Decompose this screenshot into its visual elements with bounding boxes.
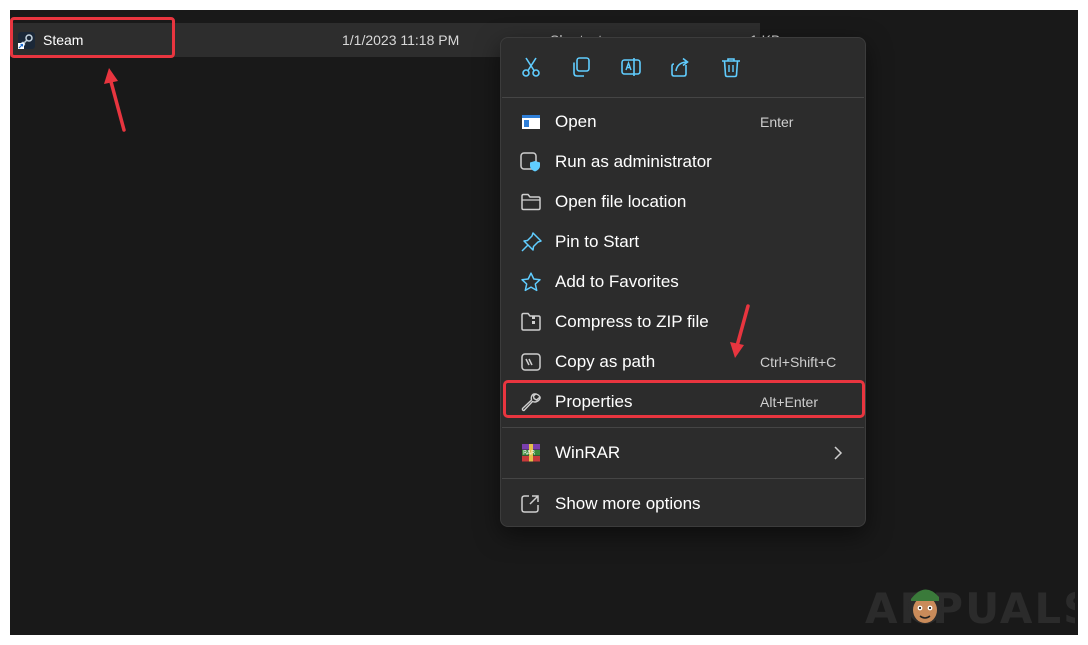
menu-item-label: Pin to Start [555, 232, 640, 251]
arrow-to-file-icon [104, 68, 126, 132]
menu-item-label: Add to Favorites [555, 272, 679, 291]
menu-item-shortcut: Enter [760, 114, 794, 130]
menu-item-add-to-favorites[interactable]: Add to Favorites [501, 262, 865, 302]
winrar-icon: RAR [520, 443, 542, 463]
open-window-icon [520, 112, 542, 132]
menu-separator [502, 97, 864, 98]
copy-button[interactable] [568, 54, 594, 80]
delete-button[interactable] [718, 54, 744, 80]
menu-item-label: Open file location [555, 192, 687, 211]
menu-item-show-more-options[interactable]: Show more options [501, 484, 865, 524]
chevron-right-icon [834, 446, 843, 460]
quick-actions-bar [501, 38, 865, 98]
menu-item-label: Compress to ZIP file [555, 312, 709, 331]
copy-path-icon [520, 352, 542, 372]
folder-icon [520, 192, 542, 212]
menu-item-label: WinRAR [555, 443, 621, 462]
appuals-watermark: APPUALS [865, 584, 1075, 633]
rename-icon [621, 58, 641, 76]
context-menu: Open Enter Run as administrator Open fil… [500, 37, 866, 527]
copy-icon [573, 57, 590, 77]
menu-item-label: Open [555, 112, 597, 131]
trash-icon [722, 58, 740, 78]
menu-separator [502, 478, 864, 479]
menu-item-label: Run as administrator [555, 152, 712, 171]
watermark-text: APPUALS [865, 584, 1075, 633]
scissors-icon [522, 57, 540, 77]
menu-item-winrar[interactable]: RAR WinRAR [501, 433, 865, 473]
menu-item-compress-to-zip[interactable]: Compress to ZIP file [501, 302, 865, 342]
menu-item-open[interactable]: Open Enter [501, 102, 865, 142]
menu-item-label: Show more options [555, 494, 701, 513]
shield-icon [520, 152, 542, 172]
arrow-to-properties [730, 304, 750, 358]
file-name-highlight [10, 17, 175, 58]
menu-item-copy-as-path[interactable]: Copy as path Ctrl+Shift+C [501, 342, 865, 382]
share-button[interactable] [668, 54, 694, 80]
menu-separator [502, 427, 864, 428]
properties-highlight [503, 380, 865, 418]
menu-item-shortcut: Ctrl+Shift+C [760, 354, 837, 370]
star-icon [520, 272, 542, 292]
menu-item-pin-to-start[interactable]: Pin to Start [501, 222, 865, 262]
menu-item-label: Copy as path [555, 352, 656, 371]
zip-folder-icon [520, 312, 542, 332]
share-icon [671, 57, 689, 77]
menu-item-run-as-administrator[interactable]: Run as administrator [501, 142, 865, 182]
external-expand-icon [520, 494, 542, 514]
rename-button[interactable] [618, 54, 644, 80]
cut-button[interactable] [518, 54, 544, 80]
file-date-modified: 1/1/2023 11:18 PM [342, 32, 460, 48]
menu-item-open-file-location[interactable]: Open file location [501, 182, 865, 222]
pin-icon [520, 232, 542, 252]
svg-text:RAR: RAR [523, 450, 535, 457]
